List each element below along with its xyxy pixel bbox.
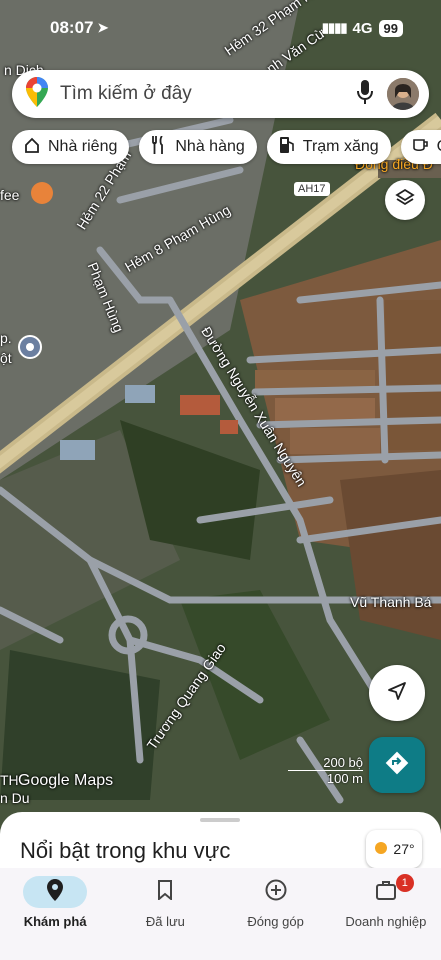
map-label-vu-thanh-ba: Vũ Thanh Bá xyxy=(350,594,432,610)
home-icon xyxy=(24,137,40,158)
nav-explore[interactable]: Khám phá xyxy=(0,868,110,960)
user-avatar[interactable] xyxy=(387,78,419,110)
nav-saved-icon-wrap xyxy=(133,876,197,908)
chip-gas-station-label: Trạm xăng xyxy=(302,138,379,155)
location-arrow-icon: ➤ xyxy=(97,20,109,35)
chip-restaurant[interactable]: Nhà hàng xyxy=(139,130,257,164)
directions-icon xyxy=(384,750,410,781)
signal-icon: ▮▮▮▮ xyxy=(321,20,348,35)
scale-imperial: 200 bộ xyxy=(323,755,363,770)
restaurant-icon xyxy=(151,134,167,159)
bottom-navigation: Khám phá Đã lưu Đóng góp 1 Doanh nghiệp xyxy=(0,868,441,960)
bookmark-icon xyxy=(157,879,173,905)
temperature-value: 27° xyxy=(393,841,415,857)
nav-business-label: Doanh nghiệp xyxy=(345,914,427,929)
network-type-label: 4G xyxy=(352,19,373,37)
nav-explore-label: Khám phá xyxy=(23,914,87,929)
navigation-arrow-icon xyxy=(387,681,407,706)
gas-station-icon xyxy=(279,136,295,159)
nav-contribute-label: Đóng góp xyxy=(247,914,304,929)
map-label-t: ột xyxy=(0,350,12,366)
category-chips: Nhà riêng Nhà hàng Trạm xăng C xyxy=(12,130,441,164)
explore-pin-icon xyxy=(47,878,64,906)
chip-gas-station[interactable]: Trạm xăng xyxy=(266,130,391,164)
status-time: 08:07 xyxy=(50,18,94,37)
map-label-du: n Du xyxy=(0,790,30,806)
search-bar[interactable]: Tìm kiếm ở đây xyxy=(12,70,429,118)
business-icon xyxy=(375,880,397,905)
weather-chip[interactable]: 27° xyxy=(366,830,422,868)
coffee-icon xyxy=(412,137,429,158)
nav-contribute-icon-wrap xyxy=(244,876,308,908)
chip-restaurant-label: Nhà hàng xyxy=(175,138,245,155)
nav-business[interactable]: 1 Doanh nghiệp xyxy=(331,868,441,960)
chip-home-label: Nhà riêng xyxy=(48,138,118,155)
battery-indicator: 99 xyxy=(378,19,403,37)
nav-explore-icon-wrap xyxy=(23,876,88,908)
map-label-th: TH xyxy=(0,772,19,788)
search-input[interactable]: Tìm kiếm ở đây xyxy=(60,83,357,105)
notification-badge: 1 xyxy=(395,874,414,892)
scale-metric-row: 100 m xyxy=(288,771,363,786)
scale-metric: 100 m xyxy=(326,771,363,786)
sheet-title: Nổi bật trong khu vực xyxy=(20,838,231,863)
chip-home[interactable]: Nhà riêng xyxy=(12,130,130,164)
scale-imperial-row: 200 bộ xyxy=(288,755,363,771)
add-circle-icon xyxy=(265,879,287,906)
chip-coffee-label: C xyxy=(437,138,441,156)
my-location-button[interactable] xyxy=(369,665,425,721)
sheet-drag-handle[interactable] xyxy=(200,818,240,822)
google-maps-pin-icon xyxy=(26,76,48,112)
layers-button[interactable] xyxy=(385,180,425,220)
nav-saved-label: Đã lưu xyxy=(145,914,185,929)
google-maps-logo: Google Maps xyxy=(18,772,114,789)
map-label-p: p. xyxy=(0,330,12,346)
chip-coffee[interactable]: C xyxy=(400,130,441,164)
microphone-icon[interactable] xyxy=(357,79,373,109)
layers-icon xyxy=(395,188,415,213)
sun-icon xyxy=(373,840,389,859)
map-scale: 200 bộ 100 m xyxy=(288,755,363,786)
highway-shield-ah17: AH17 xyxy=(294,182,330,196)
nav-saved[interactable]: Đã lưu xyxy=(110,868,220,960)
map-label-fee: fee xyxy=(0,187,20,203)
directions-button[interactable] xyxy=(369,737,425,793)
nav-contribute[interactable]: Đóng góp xyxy=(221,868,331,960)
status-bar: 08:07 ➤ ▮▮▮▮ 4G 99 xyxy=(0,0,441,56)
